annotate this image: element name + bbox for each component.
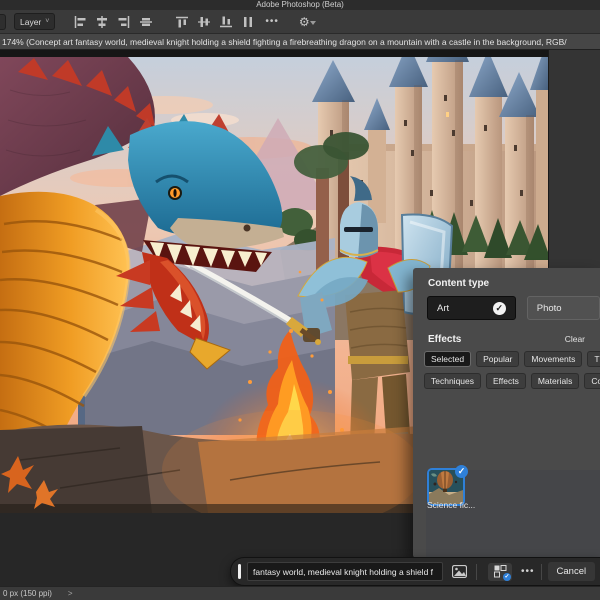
check-icon: ✓ (493, 302, 506, 315)
distribute-top-edges-icon[interactable] (174, 14, 190, 30)
effects-panel: Content type Art ✓ Photo Effects Clear S… (413, 268, 600, 558)
chevron-down-icon: ˅ (45, 18, 49, 25)
layer-select-label: Layer (20, 17, 41, 27)
effects-chip-row-2: Techniques Effects Materials Concepts (424, 373, 600, 389)
effects-heading: Effects (413, 334, 461, 345)
chip-selected[interactable]: Selected (424, 351, 471, 367)
chip-concepts[interactable]: Concepts (584, 373, 600, 389)
align-horizontal-centers-icon[interactable] (94, 14, 110, 30)
distribute-vertical-centers-icon[interactable] (196, 14, 212, 30)
status-bar: 0 px (150 ppi) > (0, 586, 600, 600)
taskbar-more-options-icon[interactable]: ••• (521, 566, 535, 577)
status-chevron-icon[interactable]: > (68, 587, 73, 600)
title-bar: Adobe Photoshop (Beta) (0, 0, 600, 10)
reference-image-icon[interactable] (448, 563, 470, 581)
settings-check-badge: ✓ (503, 573, 511, 581)
content-type-art-button[interactable]: Art ✓ (427, 296, 516, 320)
photoshop-window: Adobe Photoshop (Beta) Layer ˅ (0, 0, 600, 600)
options-toolbar: Layer ˅ ••• ⚙ (0, 10, 600, 34)
generation-settings-icon[interactable]: ✓ (488, 563, 512, 581)
content-type-photo-button[interactable]: Photo (527, 296, 600, 320)
cancel-button[interactable]: Cancel (548, 562, 596, 581)
cropped-control-fragment (0, 14, 6, 30)
chip-materials[interactable]: Materials (531, 373, 579, 389)
app-title: Adobe Photoshop (Beta) (256, 0, 344, 9)
art-label: Art (437, 303, 449, 314)
divider (541, 564, 542, 580)
gear-icon[interactable]: ⚙ (299, 16, 310, 28)
distribute-horizontal-space-icon[interactable] (240, 14, 256, 30)
chip-effects[interactable]: Effects (486, 373, 526, 389)
align-top-edges-icon[interactable] (138, 14, 154, 30)
thumbnail-check-icon: ✓ (455, 465, 468, 478)
document-title: 174% (Concept art fantasy world, medieva… (2, 37, 567, 47)
taskbar-drag-handle[interactable] (238, 564, 241, 579)
prompt-input[interactable] (247, 562, 443, 581)
photo-label: Photo (537, 303, 562, 314)
contextual-task-bar: ✓ ••• Cancel Generate (230, 557, 600, 586)
document-tab-bar[interactable]: 174% (Concept art fantasy world, medieva… (0, 34, 600, 50)
distribute-bottom-edges-icon[interactable] (218, 14, 234, 30)
chip-movements[interactable]: Movements (524, 351, 582, 367)
layer-select-dropdown[interactable]: Layer ˅ (14, 13, 55, 30)
effects-clear-button[interactable]: Clear (565, 334, 585, 344)
chip-popular[interactable]: Popular (476, 351, 519, 367)
content-type-heading: Content type (413, 268, 600, 289)
effects-chip-row-1: Selected Popular Movements Themes (424, 351, 600, 367)
divider (476, 564, 477, 580)
chip-themes[interactable]: Themes (587, 351, 600, 367)
align-right-edges-icon[interactable] (116, 14, 132, 30)
chip-techniques[interactable]: Techniques (424, 373, 481, 389)
align-left-edges-icon[interactable] (72, 14, 88, 30)
document-info: 0 px (150 ppi) (0, 587, 52, 600)
more-options-icon[interactable]: ••• (265, 16, 279, 27)
style-thumbnail-label: Science fic... (427, 500, 475, 510)
canvas-margin (0, 50, 548, 57)
